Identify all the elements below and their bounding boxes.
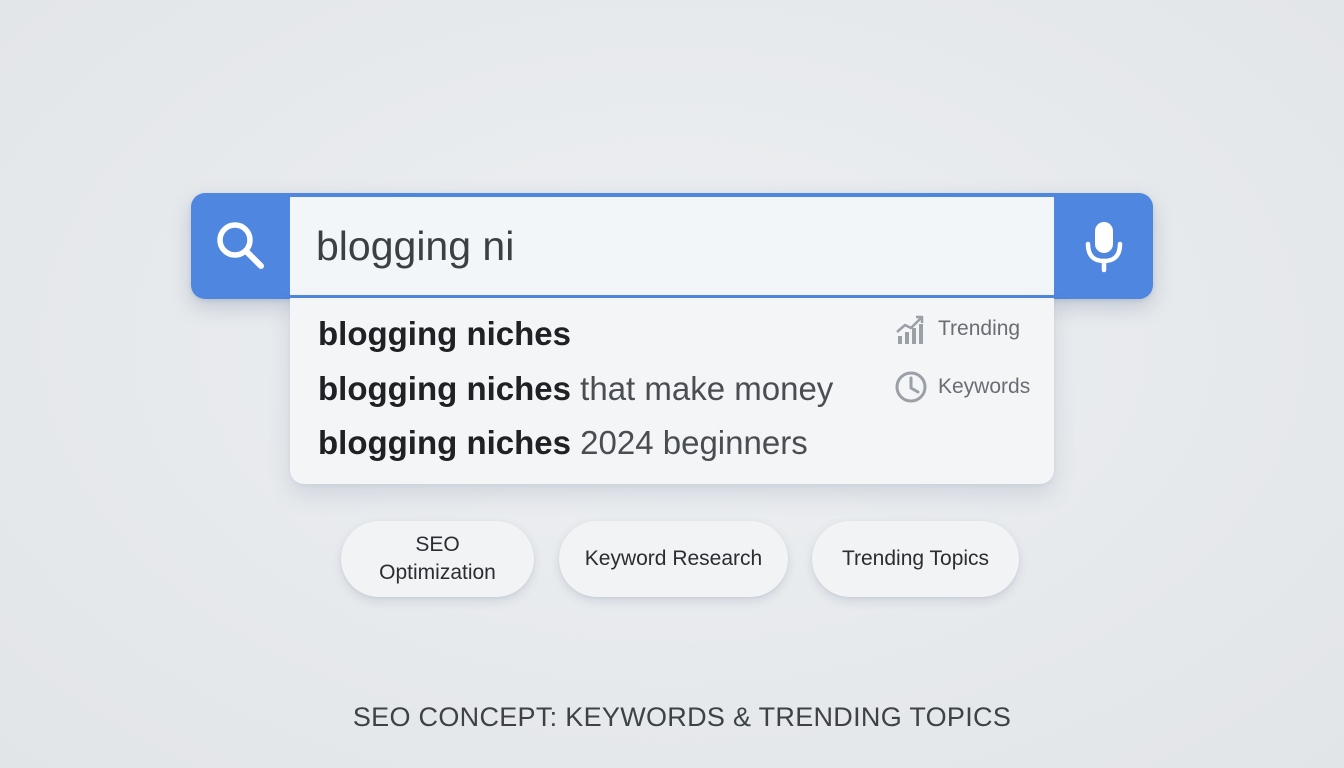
chip-keyword-research[interactable]: Keyword Research bbox=[559, 521, 788, 597]
suggestion-item[interactable]: blogging niches that make money bbox=[318, 369, 833, 409]
suggestion-item[interactable]: blogging niches 2024 beginners bbox=[318, 423, 808, 463]
suggestion-item[interactable]: blogging niches bbox=[318, 314, 571, 354]
search-bar bbox=[191, 193, 1153, 299]
suggestion-rest-text: that make money bbox=[571, 370, 834, 407]
chip-label: SEO Optimization bbox=[379, 533, 496, 584]
chip-trending-topics[interactable]: Trending Topics bbox=[812, 521, 1019, 597]
trending-label: Trending bbox=[938, 317, 1021, 340]
keywords-label: Keywords bbox=[938, 375, 1031, 398]
trending-chart-icon bbox=[896, 315, 924, 344]
suggestion-rest-text: 2024 beginners bbox=[571, 424, 808, 461]
suggestion-bold-text: blogging niches bbox=[318, 370, 571, 407]
chip-label: Trending Topics bbox=[841, 547, 990, 570]
suggestion-bold-text: blogging niches bbox=[318, 424, 571, 461]
chip-label: Keyword Research bbox=[584, 547, 763, 570]
search-input[interactable] bbox=[290, 197, 1054, 295]
suggestions-dropdown: blogging niches blogging niches that mak… bbox=[290, 298, 1054, 484]
trending-tag: Trending bbox=[894, 312, 1020, 346]
voice-search-button[interactable] bbox=[1054, 193, 1153, 299]
suggestion-bold-text: blogging niches bbox=[318, 315, 571, 352]
keywords-tag: Keywords bbox=[894, 370, 1030, 404]
search-button[interactable] bbox=[191, 193, 290, 299]
clock-icon bbox=[895, 371, 927, 403]
chip-seo-optimization[interactable]: SEO Optimization bbox=[341, 521, 534, 597]
microphone-icon bbox=[1085, 222, 1122, 273]
search-icon bbox=[216, 222, 264, 269]
page-caption: SEO CONCEPT: KEYWORDS & TRENDING TOPICS bbox=[352, 702, 1012, 732]
